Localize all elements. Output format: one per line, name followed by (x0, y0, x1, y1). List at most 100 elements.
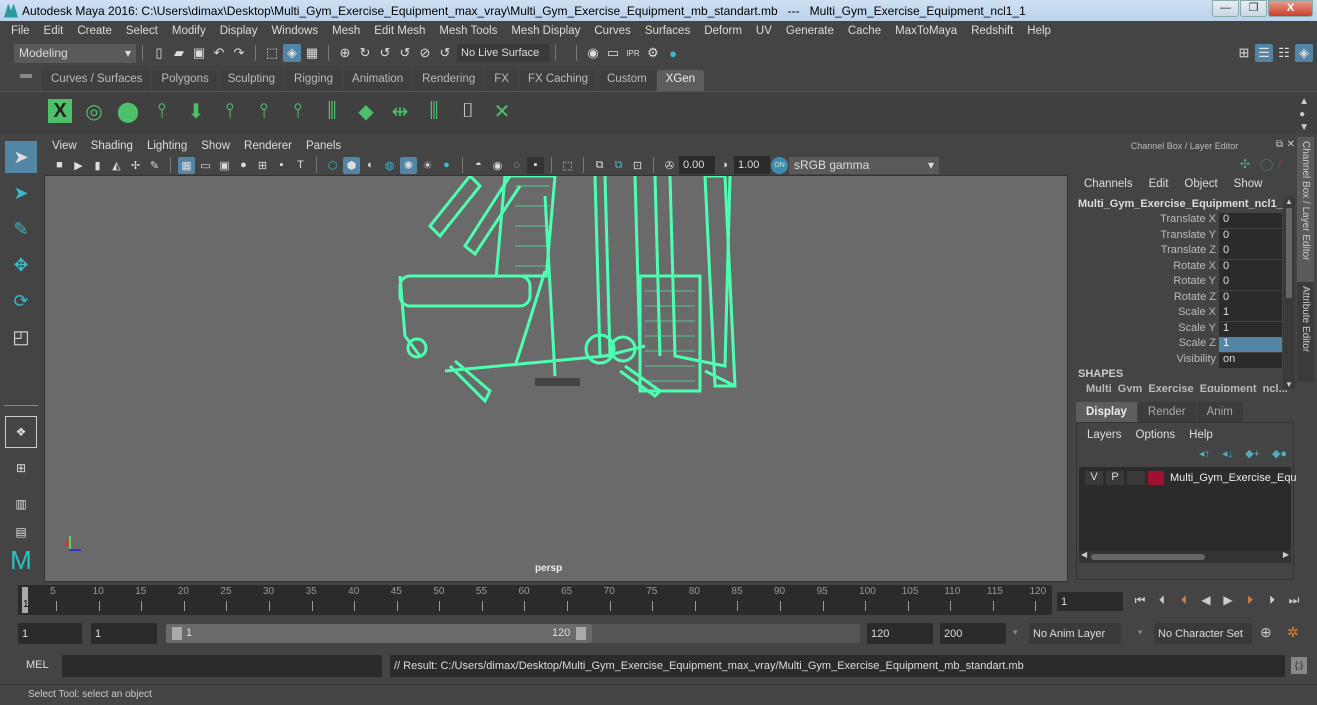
channel-object-menu[interactable]: Object (1184, 178, 1217, 190)
channel-show-menu[interactable]: Show (1234, 178, 1263, 190)
layer-tab-anim[interactable]: Anim (1196, 402, 1243, 422)
time-slider[interactable]: 1 5 10 15 20 25 30 35 40 45 50 55 60 65 70 75 80 85 90 95 1… (18, 585, 1052, 615)
step-back-key-icon[interactable]: ⏴ (1175, 591, 1193, 609)
menu-maxtomaya[interactable]: MaxToMaya (888, 25, 964, 37)
xgen-preview-icon[interactable]: ◎ (80, 95, 108, 127)
new-layer-icon[interactable]: ◆+ (1245, 447, 1260, 460)
animation-end-field[interactable]: 200 (940, 623, 1006, 644)
use-default-material-icon[interactable]: ◐ (362, 157, 379, 174)
minimize-button[interactable]: — (1212, 0, 1239, 17)
side-tab-attribute-editor[interactable]: Attribute Editor (1297, 282, 1314, 382)
channels-menu[interactable]: Channels (1084, 178, 1133, 190)
ipr-render-icon[interactable]: IPR (624, 44, 642, 62)
shelf-tab-animation[interactable]: Animation (343, 70, 413, 91)
channel-edit-menu[interactable]: Edit (1149, 178, 1169, 190)
viewport-persp[interactable] (44, 175, 1068, 582)
shelf-tab-curves-surfaces[interactable]: Curves / Surfaces (42, 70, 152, 91)
live-surface-field[interactable]: No Live Surface (457, 44, 549, 62)
shelf-scroll[interactable]: ▲ ● ▼ (1299, 95, 1309, 134)
close-button[interactable]: X (1268, 0, 1313, 17)
attr-translate-y[interactable]: Translate Y0 (1078, 228, 1282, 244)
layer-playback-toggle[interactable]: P (1106, 471, 1124, 485)
camera-select-icon[interactable]: ■ (51, 157, 68, 174)
step-forward-key-icon[interactable]: ⏵ (1241, 591, 1259, 609)
stacked-layout-icon[interactable]: ▤ (5, 524, 37, 540)
attr-scale-y[interactable]: Scale Y1 (1078, 321, 1282, 337)
script-editor-icon[interactable]: {;} (1291, 657, 1307, 674)
wireframe-on-shaded-icon[interactable]: ◍ (381, 157, 398, 174)
layer-help-menu[interactable]: Help (1189, 429, 1213, 441)
camera-attributes-icon[interactable]: ▶ (70, 157, 87, 174)
lock-guides-icon[interactable]: ⫯ (284, 95, 312, 127)
gamma-field[interactable]: 1.00 (734, 156, 770, 174)
move-layer-down-icon[interactable]: ◂↓ (1222, 447, 1233, 460)
textured-icon[interactable]: ✺ (400, 156, 417, 174)
isolate-select-icon[interactable]: ⬚ (559, 157, 576, 174)
add-guide-icon[interactable]: ⫯ (216, 95, 244, 127)
range-end-handle[interactable] (576, 627, 586, 640)
layers-menu[interactable]: Layers (1087, 429, 1122, 441)
channel-box-scrollbar[interactable]: ▲ ▼ (1283, 197, 1295, 389)
show-guides-icon[interactable]: ⫯ (250, 95, 278, 127)
xray-icon[interactable]: ⧉ (591, 157, 608, 174)
shelf-tab-polygons[interactable]: Polygons (152, 70, 218, 91)
attr-translate-z[interactable]: Translate Z0 (1078, 244, 1282, 259)
menu-display[interactable]: Display (213, 25, 265, 37)
modeling-toolkit-icon[interactable]: ⊞ (1235, 44, 1253, 62)
menu-cache[interactable]: Cache (841, 25, 888, 37)
layer-tab-render[interactable]: Render (1137, 402, 1196, 422)
command-input[interactable] (62, 655, 382, 677)
field-chart-icon[interactable]: ⊞ (254, 157, 271, 174)
tool-settings-icon[interactable]: ☷ (1275, 44, 1293, 62)
current-frame-field[interactable]: 1 (1057, 592, 1123, 611)
menu-modify[interactable]: Modify (165, 25, 213, 37)
use-all-lights-icon[interactable]: ☀ (419, 157, 436, 174)
layer-options-menu[interactable]: Options (1136, 429, 1176, 441)
open-scene-icon[interactable]: ▰ (170, 44, 188, 62)
menu-uv[interactable]: UV (749, 25, 779, 37)
speed-icon[interactable]: ◯ (1260, 157, 1273, 171)
menu-redshift[interactable]: Redshift (964, 25, 1020, 37)
attr-rotate-x[interactable]: Rotate X0 (1078, 259, 1282, 275)
exposure-icon[interactable]: ✇ (661, 157, 678, 174)
add-guides-icon[interactable]: ⫯ (148, 95, 176, 127)
wireframe-icon[interactable]: ⬡ (324, 157, 341, 174)
attr-rotate-y[interactable]: Rotate Y0 (1078, 275, 1282, 290)
select-guides-icon[interactable]: ⫼ (420, 95, 448, 127)
layer-color-swatch[interactable] (1148, 471, 1164, 485)
smooth-shade-icon[interactable]: ⬢ (343, 156, 360, 174)
select-object-icon[interactable]: ◈ (283, 44, 301, 62)
shelf-tab-custom[interactable]: Custom (598, 70, 656, 91)
new-layer-selected-icon[interactable]: ◆● (1272, 447, 1287, 460)
screen-space-ao-icon[interactable]: ◓ (470, 157, 487, 174)
viewport-menu-shading[interactable]: Shading (91, 140, 133, 152)
motion-blur-icon[interactable]: ◉ (489, 157, 506, 174)
auto-key-icon[interactable]: ⊕ (1260, 624, 1272, 641)
step-forward-frame-icon[interactable]: ⏵ (1263, 591, 1281, 609)
safe-title-icon[interactable]: T (292, 157, 309, 174)
grid-guides-icon[interactable]: ◆ (352, 95, 380, 127)
anim-layer-dropdown[interactable]: No Anim Layer (1029, 623, 1121, 644)
depth-of-field-icon[interactable]: ▪ (527, 156, 544, 174)
viewport-menu-panels[interactable]: Panels (306, 140, 341, 152)
scale-tool-icon[interactable]: ◰ (5, 321, 37, 353)
exposure-field[interactable]: 0.00 (679, 156, 715, 174)
four-view-layout-icon[interactable]: ⊞ (5, 452, 37, 484)
shelf-tab-rendering[interactable]: Rendering (413, 70, 485, 91)
save-scene-icon[interactable]: ▣ (190, 44, 208, 62)
close-panel-icon[interactable]: ✕ (1287, 139, 1295, 150)
manipulator-icon[interactable]: ✣ (1240, 157, 1250, 171)
play-forwards-icon[interactable]: ▶ (1219, 591, 1237, 609)
menu-select[interactable]: Select (119, 25, 165, 37)
layer-name[interactable]: Multi_Gym_Exercise_Equ (1170, 472, 1297, 484)
viewport-menu-view[interactable]: View (52, 140, 77, 152)
paint-select-tool-icon[interactable]: ✎ (5, 213, 37, 245)
move-layer-up-icon[interactable]: ◂↑ (1199, 447, 1210, 460)
shelf-tab-sculpting[interactable]: Sculpting (218, 70, 285, 91)
select-hierarchy-icon[interactable]: ⬚ (263, 44, 281, 62)
menu-mesh[interactable]: Mesh (325, 25, 367, 37)
play-backwards-icon[interactable]: ◀ (1197, 591, 1215, 609)
gamma-icon[interactable]: ◑ (716, 157, 733, 174)
shape-node-name[interactable]: Multi_Gym_Exercise_Equipment_ncl... (1086, 383, 1288, 392)
shelf-tab-rigging[interactable]: Rigging (285, 70, 343, 91)
